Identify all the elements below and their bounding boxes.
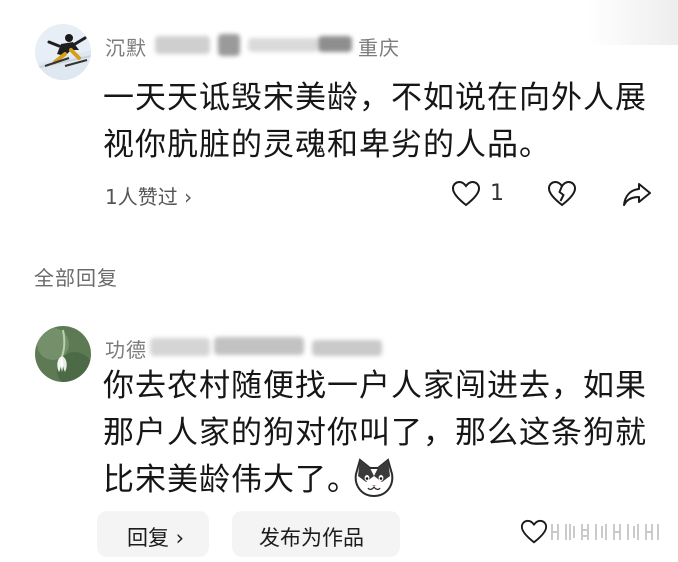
skier-avatar-image xyxy=(35,24,91,80)
corner-watermark xyxy=(588,0,678,45)
reply-button-label: 回复 › xyxy=(127,526,185,550)
commenter-location: 重庆 xyxy=(358,36,400,60)
commenter-avatar[interactable] xyxy=(35,24,91,80)
reply-text-line-3: 比宋美龄伟大了。 xyxy=(103,462,359,498)
reply-text-line-1: 你去农村随便找一户人家闯进去，如果 xyxy=(103,368,647,404)
blurred-username-part xyxy=(155,36,210,54)
like-button[interactable] xyxy=(451,179,481,209)
publish-as-work-button[interactable]: 发布为作品 xyxy=(232,511,400,557)
blurred-username-part xyxy=(150,338,210,356)
blurred-username-part xyxy=(214,337,304,355)
blurred-username-part xyxy=(248,38,318,52)
reply-button[interactable]: 回复 › xyxy=(97,511,209,557)
snowdrop-flower-avatar-image xyxy=(35,326,91,382)
comment-text-line-1: 一天天诋毁宋美龄，不如说在向外人展 xyxy=(103,80,647,116)
comment-text-line-2: 视你肮脏的灵魂和卑劣的人品。 xyxy=(103,127,551,163)
all-replies-heading: 全部回复 xyxy=(34,266,118,290)
watermark-text xyxy=(548,520,664,544)
dislike-button[interactable] xyxy=(547,179,577,209)
replier-username[interactable]: 功德 xyxy=(105,334,147,363)
share-button[interactable] xyxy=(622,179,652,209)
cat-face-emoji xyxy=(352,458,396,500)
broken-heart-icon xyxy=(547,180,577,207)
blurred-username-part xyxy=(318,36,352,52)
share-arrow-icon xyxy=(623,183,651,206)
like-count: 1 xyxy=(490,181,504,206)
publish-button-label: 发布为作品 xyxy=(259,526,364,550)
commenter-username[interactable]: 沉默 xyxy=(105,32,147,61)
blurred-username-part xyxy=(312,340,382,356)
reply-like-button[interactable] xyxy=(520,518,548,546)
replier-avatar[interactable] xyxy=(35,326,91,382)
watermark-glyph-strokes xyxy=(551,524,659,540)
heart-outline-icon xyxy=(520,519,548,544)
cat-face-icon xyxy=(354,458,394,498)
blurred-username-part xyxy=(218,34,240,56)
likes-link[interactable]: 1人赞过 › xyxy=(105,181,192,210)
heart-outline-icon xyxy=(451,180,481,207)
reply-text-line-2: 那户人家的狗对你叫了，那么这条狗就 xyxy=(103,415,647,451)
